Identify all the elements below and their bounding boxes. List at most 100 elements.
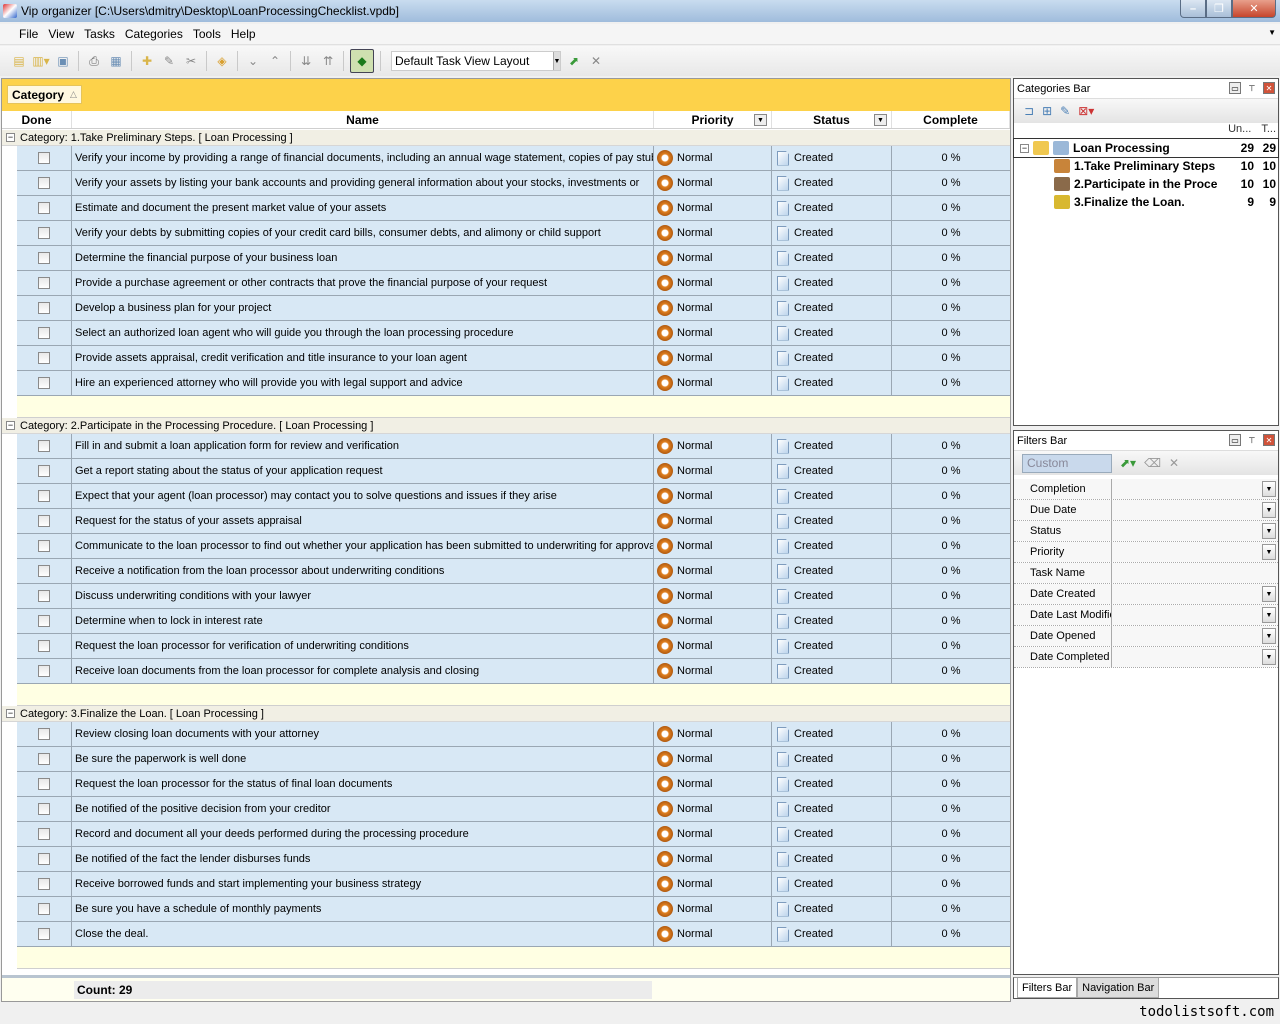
filter-row[interactable]: Priority ▼ — [1014, 542, 1278, 563]
done-checkbox[interactable] — [38, 252, 50, 264]
status-cell[interactable]: Created — [772, 584, 892, 608]
task-row[interactable]: Receive loan documents from the loan pro… — [17, 659, 1010, 684]
filter-value[interactable]: ▼ — [1112, 584, 1278, 604]
category-group-row[interactable]: − Category: 1.Take Preliminary Steps. [ L… — [2, 130, 1010, 146]
filter-row[interactable]: Task Name — [1014, 563, 1278, 584]
apply-layout-icon[interactable]: ⬈ — [565, 52, 583, 70]
priority-cell[interactable]: Normal — [654, 922, 772, 946]
task-row[interactable]: Verify your debts by submitting copies o… — [17, 221, 1010, 246]
status-cell[interactable]: Created — [772, 747, 892, 771]
column-header-done[interactable]: Done — [2, 111, 72, 128]
uncompleted-column[interactable]: Un... — [1228, 123, 1251, 138]
priority-cell[interactable]: Normal — [654, 459, 772, 483]
collapse-icon[interactable]: − — [6, 421, 15, 430]
priority-cell[interactable]: Normal — [654, 822, 772, 846]
filter-value[interactable]: ▼ — [1112, 605, 1278, 625]
done-checkbox[interactable] — [38, 302, 50, 314]
task-name[interactable]: Estimate and document the present market… — [72, 196, 654, 220]
done-checkbox[interactable] — [38, 878, 50, 890]
complete-cell[interactable]: 0 % — [892, 434, 1010, 458]
done-checkbox[interactable] — [38, 152, 50, 164]
move-down-icon[interactable]: ⌄ — [244, 52, 262, 70]
priority-cell[interactable]: Normal — [654, 559, 772, 583]
task-row[interactable]: Determine the financial purpose of your … — [17, 246, 1010, 271]
complete-cell[interactable]: 0 % — [892, 196, 1010, 220]
priority-cell[interactable]: Normal — [654, 747, 772, 771]
task-name[interactable]: Expect that your agent (loan processor) … — [72, 484, 654, 508]
done-checkbox[interactable] — [38, 277, 50, 289]
task-name[interactable]: Hire an experienced attorney who will pr… — [72, 371, 654, 395]
task-name[interactable]: Select an authorized loan agent who will… — [72, 321, 654, 345]
done-checkbox[interactable] — [38, 728, 50, 740]
category-group-row[interactable]: − Category: 2.Participate in the Processi… — [2, 418, 1010, 434]
done-checkbox[interactable] — [38, 177, 50, 189]
status-cell[interactable]: Created — [772, 459, 892, 483]
status-cell[interactable]: Created — [772, 484, 892, 508]
new-task-icon[interactable]: ✚ — [138, 52, 156, 70]
done-checkbox[interactable] — [38, 903, 50, 915]
delete-filter-icon[interactable]: ✕ — [1169, 456, 1179, 470]
done-checkbox[interactable] — [38, 465, 50, 477]
task-row[interactable]: Be sure you have a schedule of monthly p… — [17, 897, 1010, 922]
handshake-icon[interactable]: ◈ — [213, 52, 231, 70]
menu-tools[interactable]: Tools — [188, 27, 226, 41]
chevron-down-icon[interactable]: ▼ — [1262, 649, 1276, 665]
filter-row[interactable]: Due Date ▼ — [1014, 500, 1278, 521]
open-database-icon[interactable]: ▤ — [10, 52, 28, 70]
status-cell[interactable]: Created — [772, 509, 892, 533]
task-row[interactable]: Be notified of the positive decision fro… — [17, 797, 1010, 822]
status-cell[interactable]: Created — [772, 797, 892, 821]
done-checkbox[interactable] — [38, 540, 50, 552]
done-checkbox[interactable] — [38, 565, 50, 577]
close-panel-icon[interactable]: ✕ — [1263, 82, 1275, 94]
task-row[interactable]: Select an authorized loan agent who will… — [17, 321, 1010, 346]
filter-row[interactable]: Date Completed ▼ — [1014, 647, 1278, 668]
float-panel-icon[interactable]: ▭ — [1229, 82, 1241, 94]
priority-cell[interactable]: Normal — [654, 722, 772, 746]
delete-layout-icon[interactable]: ✕ — [587, 52, 605, 70]
complete-cell[interactable]: 0 % — [892, 271, 1010, 295]
status-cell[interactable]: Created — [772, 847, 892, 871]
complete-cell[interactable]: 0 % — [892, 534, 1010, 558]
status-cell[interactable]: Created — [772, 897, 892, 921]
task-row[interactable]: Expect that your agent (loan processor) … — [17, 484, 1010, 509]
priority-cell[interactable]: Normal — [654, 897, 772, 921]
collapse-icon[interactable]: − — [6, 709, 15, 718]
delete-task-icon[interactable]: ✂ — [182, 52, 200, 70]
task-row[interactable]: Estimate and document the present market… — [17, 196, 1010, 221]
task-name[interactable]: Be sure the paperwork is well done — [72, 747, 654, 771]
task-name[interactable]: Receive borrowed funds and start impleme… — [72, 872, 654, 896]
task-name[interactable]: Provide assets appraisal, credit verific… — [72, 346, 654, 370]
status-cell[interactable]: Created — [772, 171, 892, 195]
status-cell[interactable]: Created — [772, 346, 892, 370]
minimize-button[interactable]: – — [1180, 0, 1206, 18]
priority-cell[interactable]: Normal — [654, 509, 772, 533]
task-row[interactable]: Get a report stating about the status of… — [17, 459, 1010, 484]
status-cell[interactable]: Created — [772, 922, 892, 946]
apply-filter-icon[interactable]: ⬈▾ — [1120, 456, 1136, 470]
complete-cell[interactable]: 0 % — [892, 296, 1010, 320]
complete-cell[interactable]: 0 % — [892, 772, 1010, 796]
status-cell[interactable]: Created — [772, 659, 892, 683]
layout-select[interactable]: Default Task View Layout ▼ — [391, 51, 561, 71]
print-preview-icon[interactable]: ▦ — [107, 52, 125, 70]
done-checkbox[interactable] — [38, 640, 50, 652]
task-row[interactable]: Hire an experienced attorney who will pr… — [17, 371, 1010, 396]
status-cell[interactable]: Created — [772, 221, 892, 245]
task-name[interactable]: Fill in and submit a loan application fo… — [72, 434, 654, 458]
collapse-icon[interactable]: − — [1020, 143, 1029, 153]
chevron-down-icon[interactable]: ▼ — [553, 52, 560, 70]
filter-dropdown-icon[interactable]: ▼ — [874, 114, 887, 126]
done-checkbox[interactable] — [38, 352, 50, 364]
new-task-row[interactable] — [17, 396, 1010, 418]
category-tree-item[interactable]: 1.Take Preliminary Steps 10 10 — [1014, 157, 1278, 175]
done-checkbox[interactable] — [38, 490, 50, 502]
task-name[interactable]: Request the loan processor for verificat… — [72, 634, 654, 658]
priority-cell[interactable]: Normal — [654, 296, 772, 320]
filter-preset-select[interactable]: Custom — [1022, 453, 1112, 473]
tab-filters-bar[interactable]: Filters Bar — [1017, 978, 1078, 998]
complete-cell[interactable]: 0 % — [892, 509, 1010, 533]
task-row[interactable]: Determine when to lock in interest rate N… — [17, 609, 1010, 634]
collapse-icon[interactable]: − — [6, 133, 15, 142]
done-checkbox[interactable] — [38, 778, 50, 790]
